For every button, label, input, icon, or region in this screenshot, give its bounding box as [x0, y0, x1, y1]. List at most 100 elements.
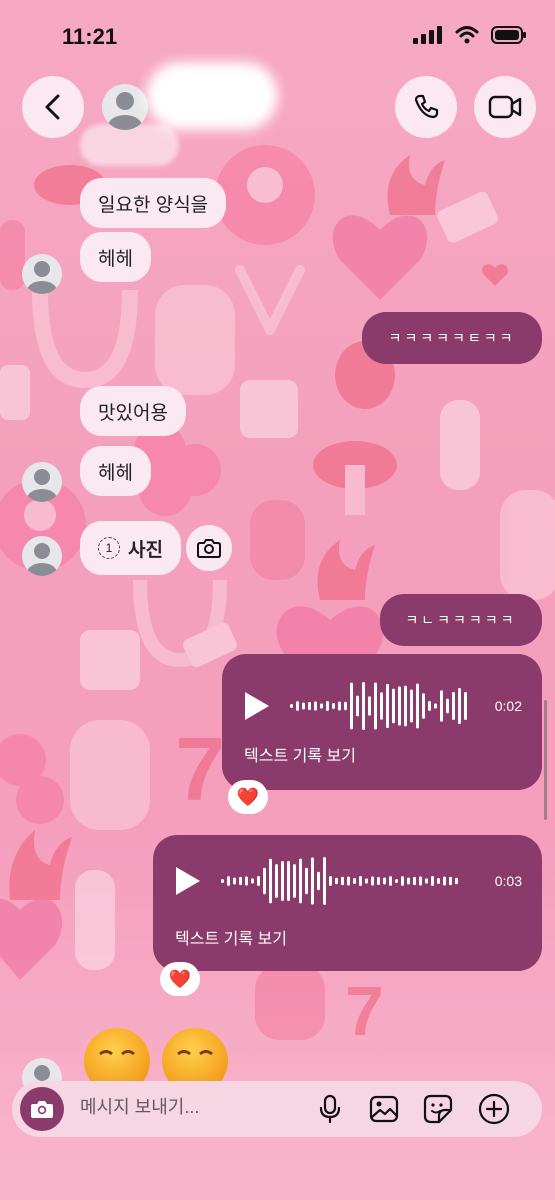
waveform-bar	[398, 686, 401, 726]
message-bubble-obscured	[80, 124, 180, 166]
gallery-button[interactable]	[368, 1093, 400, 1125]
cellular-signal-icon	[413, 26, 442, 44]
waveform-bar	[227, 876, 230, 886]
waveform-bar	[422, 693, 425, 719]
waveform-bar	[449, 876, 452, 886]
view-once-photo-message[interactable]: 1 사진	[80, 521, 181, 575]
plus-circle-icon	[478, 1093, 510, 1125]
waveform-bar	[329, 876, 332, 886]
waveform-bar	[359, 876, 362, 886]
waveform-bar	[305, 867, 308, 895]
waveform-bar	[338, 701, 341, 711]
view-once-icon: 1	[98, 537, 120, 559]
voice-message[interactable]: 0:03 텍스트 기록 보기	[153, 835, 542, 971]
reaction-heart[interactable]: ❤️	[228, 780, 268, 814]
waveform-bar	[404, 685, 407, 727]
waveform-bar	[350, 682, 353, 730]
sent-message[interactable]: ㅋㄴㅋㅋㅋㅋㅋ	[380, 594, 542, 646]
waveform-bar	[380, 692, 383, 720]
received-message[interactable]: 일요한 양식을	[80, 178, 227, 228]
waveform-bar	[269, 858, 272, 904]
photo-label: 사진	[128, 539, 163, 561]
waveform-bar	[233, 877, 236, 885]
waveform-bar	[434, 703, 437, 709]
add-more-button[interactable]	[478, 1093, 510, 1125]
waveform-bar	[287, 860, 290, 902]
waveform-bar	[446, 698, 449, 714]
sticker-button[interactable]	[422, 1093, 454, 1125]
waveform-bar	[386, 683, 389, 729]
waveform-bar	[392, 688, 395, 724]
waveform-bar	[263, 867, 266, 895]
voice-duration: 0:03	[494, 873, 522, 889]
scrollbar[interactable]	[544, 700, 547, 820]
voice-call-button[interactable]	[395, 76, 457, 138]
sender-avatar[interactable]	[22, 254, 62, 294]
waveform-bar	[347, 876, 350, 886]
waveform-bar	[377, 876, 380, 886]
image-icon	[369, 1095, 399, 1123]
received-message[interactable]: 헤헤	[80, 446, 151, 496]
play-icon[interactable]	[242, 690, 272, 722]
camera-button[interactable]	[20, 1087, 64, 1131]
waveform-bar	[341, 876, 344, 886]
waveform-bar	[308, 701, 311, 711]
waveform-bar	[368, 696, 371, 716]
waveform-bar	[362, 682, 365, 730]
sender-avatar[interactable]	[22, 536, 62, 576]
voice-duration: 0:02	[494, 698, 522, 714]
contact-avatar[interactable]	[102, 84, 148, 130]
back-button[interactable]	[22, 76, 84, 138]
waveform-bar	[317, 871, 320, 891]
microphone-button[interactable]	[314, 1093, 346, 1125]
waveform-bar	[251, 878, 254, 884]
waveform-bar	[353, 878, 356, 884]
waveform-bar	[332, 703, 335, 709]
waveform-bar	[383, 877, 386, 885]
sticker-icon	[423, 1094, 453, 1124]
camera-icon	[31, 1101, 53, 1118]
sender-avatar[interactable]	[22, 462, 62, 502]
message-composer	[12, 1081, 542, 1137]
received-message[interactable]: 맛있어용	[80, 386, 186, 436]
waveform-bar	[425, 878, 428, 884]
waveform-bar	[293, 864, 296, 898]
voice-message[interactable]: 0:02 텍스트 기록 보기	[222, 654, 542, 790]
waveform-bar	[356, 695, 359, 717]
default-avatar-icon	[108, 92, 142, 130]
video-call-button[interactable]	[474, 76, 536, 138]
waveform-bar	[410, 689, 413, 723]
message-input[interactable]	[80, 1097, 300, 1118]
status-bar-icons	[413, 26, 527, 44]
video-camera-icon	[488, 95, 522, 119]
waveform-bar	[416, 683, 419, 729]
microphone-icon	[319, 1094, 341, 1124]
waveform-bar	[443, 876, 446, 886]
waveform-bar	[344, 701, 347, 711]
status-bar-time: 11:21	[62, 24, 118, 49]
waveform-bar	[401, 876, 404, 886]
waveform-bar	[455, 877, 458, 885]
photo-camera-button[interactable]	[186, 525, 232, 571]
waveform-bar	[299, 858, 302, 904]
waveform-bar	[437, 878, 440, 884]
waveform-bar	[464, 692, 467, 720]
sent-message[interactable]: ㅋㅋㅋㅋㅋㅌㅋㅋ	[362, 312, 542, 364]
waveform-bar	[302, 702, 305, 710]
waveform-bar	[365, 878, 368, 884]
received-message[interactable]: 헤헤	[80, 232, 151, 282]
reaction-heart[interactable]: ❤️	[160, 962, 200, 996]
waveform-bar	[440, 690, 443, 722]
play-icon[interactable]	[173, 865, 203, 897]
waveform-bar	[458, 688, 461, 724]
waveform-bar	[371, 876, 374, 886]
view-transcript-link[interactable]: 텍스트 기록 보기	[175, 925, 287, 949]
waveform-bar	[221, 879, 224, 883]
svg-text:7: 7	[345, 972, 384, 1050]
default-avatar-icon	[27, 469, 57, 502]
waveform-bar	[314, 701, 317, 711]
waveform-bar	[245, 876, 248, 886]
waveform-bar	[281, 860, 284, 902]
contact-name-redacted	[146, 62, 278, 130]
view-transcript-link[interactable]: 텍스트 기록 보기	[244, 742, 356, 766]
